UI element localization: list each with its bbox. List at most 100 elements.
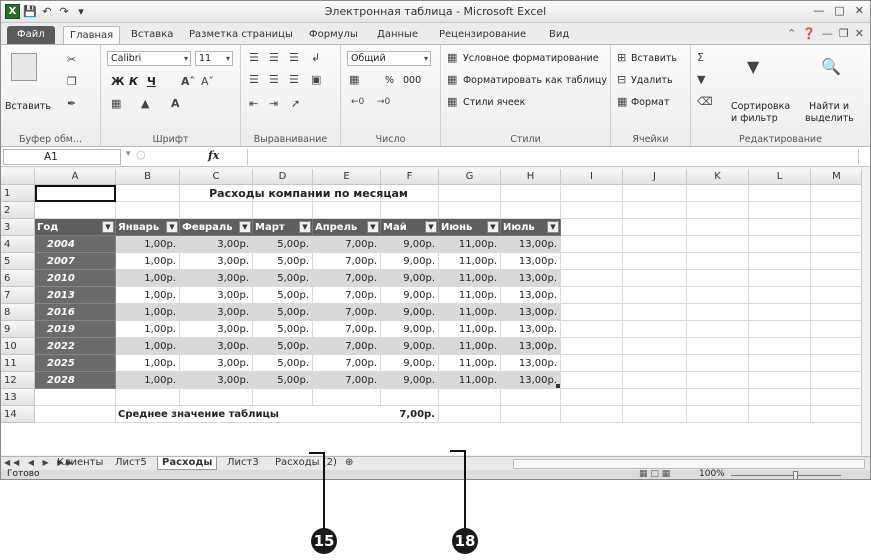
value-cell[interactable]: 1,00р. — [116, 253, 180, 270]
filter-dropdown-icon[interactable]: ▼ — [487, 221, 499, 233]
value-cell[interactable]: 9,00р. — [381, 253, 439, 270]
cell[interactable] — [561, 270, 623, 287]
cell[interactable] — [687, 253, 749, 270]
value-cell[interactable]: 13,00р. — [501, 236, 561, 253]
cell[interactable] — [687, 304, 749, 321]
column-header[interactable]: K — [687, 169, 749, 185]
value-cell[interactable]: 13,00р. — [501, 287, 561, 304]
cell[interactable] — [811, 321, 863, 338]
value-cell[interactable]: 13,00р. — [501, 270, 561, 287]
value-cell[interactable]: 3,00р. — [180, 355, 253, 372]
value-cell[interactable]: 5,00р. — [253, 372, 313, 389]
value-cell[interactable]: 5,00р. — [253, 355, 313, 372]
cell[interactable] — [313, 202, 381, 219]
cell[interactable] — [749, 185, 811, 202]
align-left-icon[interactable]: ☰ — [249, 73, 259, 86]
filter-dropdown-icon[interactable]: ▼ — [367, 221, 379, 233]
row-header[interactable]: 13 — [1, 389, 35, 406]
year-cell[interactable]: 2010 — [35, 270, 116, 287]
cell[interactable] — [439, 406, 501, 423]
cell[interactable] — [501, 202, 561, 219]
cell[interactable] — [501, 389, 561, 406]
value-cell[interactable]: 13,00р. — [501, 304, 561, 321]
cell[interactable] — [439, 389, 501, 406]
row-header[interactable]: 8 — [1, 304, 35, 321]
column-header[interactable]: I — [561, 169, 623, 185]
table-resize-handle[interactable] — [556, 384, 560, 388]
value-cell[interactable]: 9,00р. — [381, 355, 439, 372]
column-header[interactable]: G — [439, 169, 501, 185]
value-cell[interactable]: 3,00р. — [180, 321, 253, 338]
align-right-icon[interactable]: ☰ — [289, 73, 299, 86]
value-cell[interactable]: 11,00р. — [439, 270, 501, 287]
value-cell[interactable]: 1,00р. — [116, 355, 180, 372]
selected-cell-a1[interactable] — [35, 185, 116, 202]
column-header[interactable]: C — [180, 169, 253, 185]
table-header-cell[interactable]: Год ▼ — [35, 219, 116, 236]
table-header-cell[interactable]: Январь ▼ — [116, 219, 180, 236]
value-cell[interactable]: 13,00р. — [501, 355, 561, 372]
filter-dropdown-icon[interactable]: ▼ — [239, 221, 251, 233]
value-cell[interactable]: 3,00р. — [180, 338, 253, 355]
currency-icon[interactable]: ▦ — [349, 73, 359, 86]
column-header[interactable]: H — [501, 169, 561, 185]
value-cell[interactable]: 11,00р. — [439, 236, 501, 253]
find-select-button[interactable]: Найти и — [809, 101, 849, 112]
cell[interactable] — [811, 270, 863, 287]
sheet-tab[interactable]: Лист5 — [111, 457, 151, 470]
cell[interactable] — [687, 219, 749, 236]
horizontal-scrollbar[interactable] — [513, 459, 865, 469]
value-cell[interactable]: 3,00р. — [180, 304, 253, 321]
decrease-indent-icon[interactable]: ⇤ — [249, 97, 258, 110]
view-buttons-icon[interactable]: ▦ □ ▦ — [639, 469, 670, 479]
value-cell[interactable]: 3,00р. — [180, 236, 253, 253]
copy-icon[interactable]: ❐ — [67, 75, 77, 88]
sheet-tab[interactable]: Расходы (2) — [271, 457, 341, 470]
cell[interactable] — [313, 389, 381, 406]
dropdown-icon[interactable]: ▾ — [126, 149, 131, 159]
value-cell[interactable]: 9,00р. — [381, 236, 439, 253]
value-cell[interactable]: 7,00р. — [313, 253, 381, 270]
cell[interactable] — [561, 219, 623, 236]
value-cell[interactable]: 9,00р. — [381, 270, 439, 287]
paste-button[interactable]: Вставить — [5, 101, 51, 112]
bold-button[interactable]: Ж — [111, 75, 124, 88]
font-color-icon[interactable]: A — [171, 97, 180, 110]
cell[interactable] — [561, 253, 623, 270]
average-value[interactable]: 7,00р. — [381, 406, 439, 423]
tab-file[interactable]: Файл — [7, 26, 55, 45]
cell[interactable] — [623, 338, 687, 355]
value-cell[interactable]: 1,00р. — [116, 338, 180, 355]
cell[interactable] — [116, 202, 180, 219]
cell[interactable] — [811, 202, 863, 219]
value-cell[interactable]: 5,00р. — [253, 321, 313, 338]
value-cell[interactable]: 1,00р. — [116, 321, 180, 338]
value-cell[interactable]: 7,00р. — [313, 236, 381, 253]
tab-review[interactable]: Рецензирование — [433, 26, 532, 45]
cell[interactable] — [687, 406, 749, 423]
tab-page-layout[interactable]: Разметка страницы — [183, 26, 299, 45]
value-cell[interactable]: 13,00р. — [501, 338, 561, 355]
cell[interactable] — [749, 287, 811, 304]
increase-decimal-icon[interactable]: ←0 — [351, 97, 364, 107]
worksheet-grid[interactable]: A B C D E F G H I J K L M 1 2 3 4 5 6 7 8 9 10 11 12 13 14 Расходы … — [1, 169, 870, 455]
cell[interactable] — [749, 253, 811, 270]
conditional-format-button[interactable]: Условное форматирование — [463, 53, 599, 64]
cell[interactable] — [749, 389, 811, 406]
merge-center-icon[interactable]: ▣ — [311, 73, 321, 86]
decrease-decimal-icon[interactable]: →0 — [377, 97, 390, 107]
cell[interactable] — [623, 270, 687, 287]
cell[interactable] — [687, 185, 749, 202]
wrap-text-icon[interactable]: ↲ — [311, 51, 320, 64]
table-header-cell[interactable]: Июль ▼ — [501, 219, 561, 236]
value-cell[interactable]: 9,00р. — [381, 304, 439, 321]
doc-minimize-icon[interactable]: — — [822, 27, 833, 40]
cell[interactable] — [749, 236, 811, 253]
value-cell[interactable]: 3,00р. — [180, 253, 253, 270]
year-cell[interactable]: 2007 — [35, 253, 116, 270]
cell[interactable] — [623, 321, 687, 338]
cell[interactable] — [749, 270, 811, 287]
cell[interactable] — [623, 304, 687, 321]
filter-dropdown-icon[interactable]: ▼ — [102, 221, 114, 233]
cell[interactable] — [687, 236, 749, 253]
